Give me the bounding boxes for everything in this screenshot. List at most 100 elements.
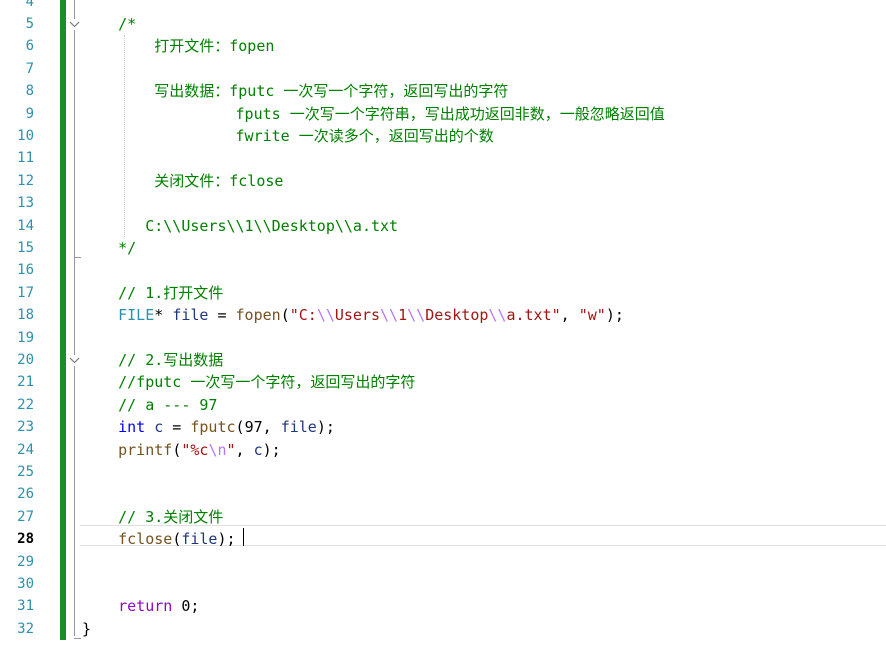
code-line[interactable]: 6 打开文件：fopen [0,35,886,57]
code-line[interactable]: 8 写出数据：fputc 一次写一个字符，返回写出的字符 [0,80,886,102]
line-number: 12 [17,172,34,189]
code-token: , [262,418,281,437]
code-line[interactable]: 12 关闭文件：fclose [0,170,886,192]
line-number: 26 [17,486,34,503]
code-token: return [118,597,173,616]
code-text: 打开文件：fopen [82,35,274,57]
code-line[interactable]: 32} [0,618,886,640]
code-token: ( [172,530,182,549]
chevron-down-icon[interactable] [69,354,80,366]
code-text: int c = fputc(97, file); [82,416,335,438]
indent-guide [124,35,125,237]
code-line[interactable]: 24 printf("%c\n", c); [0,439,886,461]
code-token: fwrite 一次读多个，返回写出的个数 [82,126,494,145]
code-token: FILE [118,306,155,325]
code-token: */ [82,238,137,257]
code-token: fputc [190,418,236,437]
code-token: C:\\Users\\1\\Desktop\\a.txt [82,216,399,235]
code-token: 打开文件：fopen [82,37,275,56]
code-token: fputs 一次写一个字符串，写出成功返回非数，一般忽略返回值 [82,104,665,123]
line-number: 14 [17,217,34,234]
code-token: a.txt" [506,306,561,325]
chevron-down-icon[interactable] [69,18,80,30]
code-token: ( [280,306,290,325]
code-token: // 2.写出数据 [82,350,224,369]
line-number: 29 [17,553,34,570]
code-line[interactable]: 14 C:\\Users\\1\\Desktop\\a.txt [0,215,886,237]
code-line[interactable]: 7 [0,58,886,80]
line-number: 4 [25,0,34,10]
line-number: 8 [25,83,34,100]
line-number: 7 [25,60,34,77]
code-text: fputs 一次写一个字符串，写出成功返回非数，一般忽略返回值 [82,103,665,125]
code-text: printf("%c\n", c); [82,439,281,461]
code-line[interactable]: 20 // 2.写出数据 [0,349,886,371]
code-token: printf [118,440,173,459]
code-line[interactable]: 11 [0,147,886,169]
code-token: "C: [289,306,317,325]
code-line[interactable]: 13 [0,192,886,214]
code-token: " [226,440,236,459]
code-token: //fputc 一次写一个字符，返回写出的字符 [82,373,416,392]
code-line[interactable]: 19 [0,327,886,349]
line-number: 5 [25,15,34,32]
code-line[interactable]: 15 */ [0,237,886,259]
code-token: 97 [244,418,263,437]
line-number: 27 [17,508,34,525]
text-caret [243,528,244,546]
code-token: ); [605,306,624,325]
code-token: \n [208,440,227,459]
code-line[interactable]: 27 // 3.关闭文件 [0,506,886,528]
code-token: Users [334,306,381,325]
code-line[interactable]: 9 fputs 一次写一个字符串，写出成功返回非数，一般忽略返回值 [0,103,886,125]
code-text: // 1.打开文件 [82,282,223,304]
line-number: 31 [17,598,34,615]
code-line[interactable]: 16 [0,259,886,281]
code-line[interactable]: 17 // 1.打开文件 [0,282,886,304]
code-token: file [280,418,317,437]
code-line[interactable]: 29 [0,551,886,573]
code-token: file [172,306,209,325]
code-token: ( [235,418,245,437]
code-text: // 2.写出数据 [82,349,223,371]
line-number: 11 [17,150,34,167]
code-token: // 1.打开文件 [82,283,224,302]
code-line[interactable]: 22 // a --- 97 [0,394,886,416]
code-line[interactable]: 31 return 0; [0,595,886,617]
code-line[interactable]: 5 /* [0,13,886,35]
code-text: 关闭文件：fclose [82,170,283,192]
code-line[interactable]: 18 FILE* file = fopen("C:\\Users\\1\\Des… [0,304,886,326]
code-line[interactable]: 21 //fputc 一次写一个字符，返回写出的字符 [0,371,886,393]
code-line[interactable]: 30 [0,573,886,595]
code-line[interactable]: 26 [0,483,886,505]
code-editor[interactable]: 45 /* 6 打开文件：fopen 7 8 写出数据：fputc 一次写一个字符，返… [0,0,886,645]
line-number: 10 [17,127,34,144]
code-line[interactable]: 25 [0,461,886,483]
code-token: ); [262,440,281,459]
code-text: // a --- 97 [82,394,217,416]
code-token: = [208,306,236,325]
code-token: 关闭文件：fclose [82,171,284,190]
code-token: int [118,418,146,437]
code-text: // 3.关闭文件 [82,506,223,528]
code-text: } [82,618,91,640]
code-token: ); [316,418,335,437]
code-token: ( [172,440,182,459]
line-number: 20 [17,351,34,368]
code-token: \\ [316,306,335,325]
code-line[interactable]: 28 fclose(file); [0,528,886,550]
code-token: * [154,306,173,325]
code-token: = [163,418,191,437]
code-line[interactable]: 4 [0,0,886,13]
code-line[interactable]: 23 int c = fputc(97, file); [0,416,886,438]
line-number: 30 [17,575,34,592]
code-token: ); [217,530,236,549]
line-number: 28 [17,531,34,548]
line-number: 22 [17,396,34,413]
code-token: /* [82,14,137,33]
code-line[interactable]: 10 fwrite 一次读多个，返回写出的个数 [0,125,886,147]
